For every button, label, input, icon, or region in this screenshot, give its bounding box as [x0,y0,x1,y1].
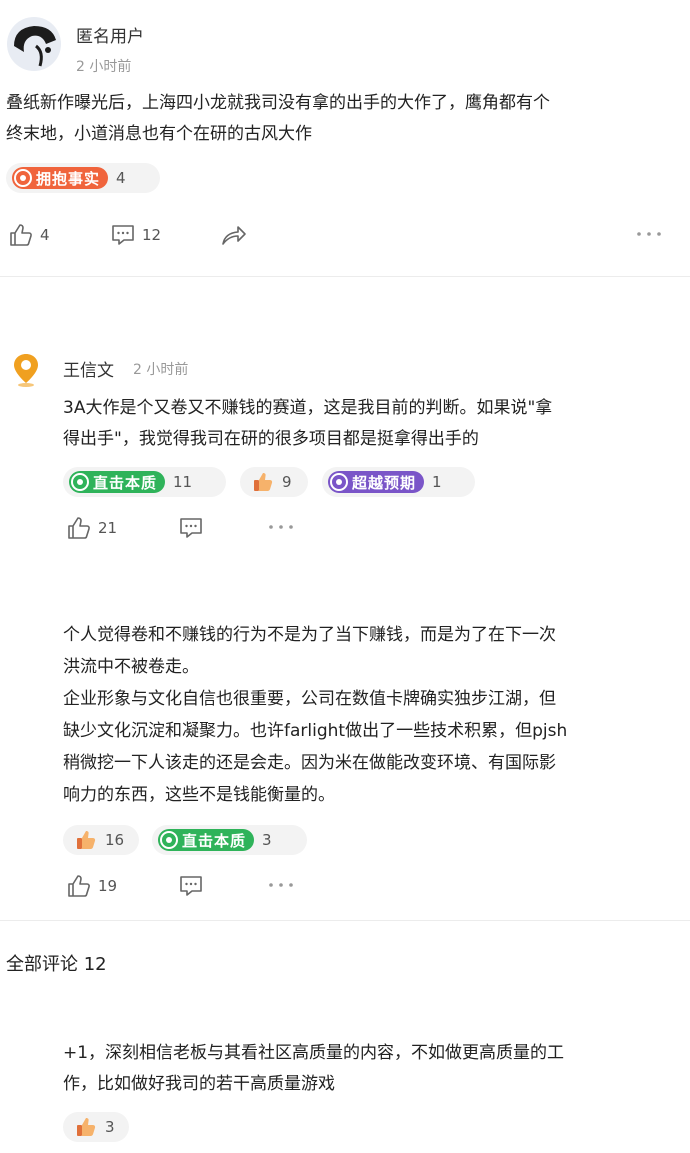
comment-button[interactable] [178,873,204,899]
avatar[interactable] [6,16,62,72]
reaction-label: 直击本质 [93,473,158,492]
comment-icon [112,225,134,245]
comment-text-line-6: 响力的东西，这些不是钱能衡量的。 [63,785,335,805]
like-icon [10,224,32,246]
more-icon [269,525,293,529]
post-text-line-1: 叠纸新作曝光后，上海四小龙就我司没有拿的出手的大作了，鹰角都有个 [6,93,550,113]
comment-icon [180,518,202,538]
post-author[interactable]: 匿名用户 [76,22,144,47]
reaction-tag: 超越预期 [328,471,425,493]
more-button[interactable] [268,881,294,889]
comment-text-line-2: 作，比如做好我司的若干高质量游戏 [63,1074,335,1094]
comment-time: 2 小时前 [133,362,189,378]
divider [0,276,690,277]
comment-text-line-5: 稍微挖一下人该走的还是会走。因为米在做能改变环境、有国际影 [63,753,556,773]
reaction-count: 9 [282,473,292,491]
comment-text-line-2: 得出手"，我觉得我司在研的很多项目都是挺拿得出手的 [63,429,479,449]
reaction-count: 3 [105,1118,115,1136]
like-button[interactable]: 21 [66,515,117,541]
reaction-badge[interactable]: 直击本质 11 [63,467,226,497]
comment-text-line-3: 企业形象与文化自信也很重要，公司在数值卡牌确实独步江湖，但 [63,689,556,709]
thumbs-up-emoji-icon [254,473,273,491]
reaction-label: 拥抱事实 [36,169,101,188]
like-icon [68,875,90,897]
reaction-tag: 直击本质 [158,829,255,851]
comment-icon [180,876,202,896]
comment-button[interactable]: 12 [110,222,161,248]
more-button[interactable] [636,230,662,238]
all-comments-header[interactable]: 全部评论 12 [6,950,107,976]
avatar-icon [7,17,61,71]
reaction-ring-icon [330,473,348,491]
reaction-tag: 拥抱事实 [12,167,109,189]
more-button[interactable] [268,523,294,531]
comment-text-line-1: +1，深刻相信老板与其看社区高质量的内容，不如做更高质量的工 [63,1043,565,1063]
comment-count: 12 [142,226,162,244]
comment-text-line-2: 洪流中不被卷走。 [63,657,199,677]
thumbs-up-emoji-icon [77,1118,96,1136]
divider [0,920,690,921]
thumbs-reaction[interactable]: 9 [240,467,308,497]
like-count: 21 [98,519,118,537]
like-button[interactable]: 4 [8,222,50,248]
like-button[interactable]: 19 [66,873,117,899]
reaction-ring-icon [160,831,178,849]
like-count: 19 [98,877,118,895]
reaction-badge[interactable]: 直击本质 3 [152,825,307,855]
reaction-badge[interactable]: 拥抱事实 4 [6,163,160,193]
reaction-ring-icon [71,473,89,491]
share-icon [222,226,246,245]
post-text-line-2: 终末地，小道消息也有个在研的古风大作 [6,124,312,144]
like-icon [68,517,90,539]
commenter-avatar[interactable] [12,352,40,388]
location-pin-avatar-icon [14,354,38,387]
reaction-tag: 直击本质 [69,471,166,493]
comment-author[interactable]: 王信文 [63,356,114,381]
reaction-label: 直击本质 [182,831,247,850]
reaction-label: 超越预期 [352,473,417,492]
reaction-count: 1 [432,473,442,491]
reaction-count: 4 [116,169,126,187]
share-button[interactable] [220,222,248,248]
reaction-count: 11 [173,473,193,491]
more-icon [637,232,661,236]
reaction-count: 16 [105,831,125,849]
like-count: 4 [40,226,50,244]
reaction-count: 3 [262,831,272,849]
comment-button[interactable] [178,515,204,541]
thumbs-reaction[interactable]: 3 [63,1112,129,1142]
reaction-ring-icon [14,169,32,187]
more-icon [269,883,293,887]
post-time: 2 小时前 [76,59,132,75]
reaction-badge[interactable]: 超越预期 1 [322,467,475,497]
thumbs-up-emoji-icon [77,831,96,849]
thumbs-reaction[interactable]: 16 [63,825,139,855]
comment-text-line-1: 个人觉得卷和不赚钱的行为不是为了当下赚钱，而是为了在下一次 [63,625,556,645]
comment-text-line-4: 缺少文化沉淀和凝聚力。也许farlight做出了一些技术积累，但pjsh [63,721,568,741]
comment-text-line-1: 3A大作是个又卷又不赚钱的赛道，这是我目前的判断。如果说"拿 [63,398,553,418]
